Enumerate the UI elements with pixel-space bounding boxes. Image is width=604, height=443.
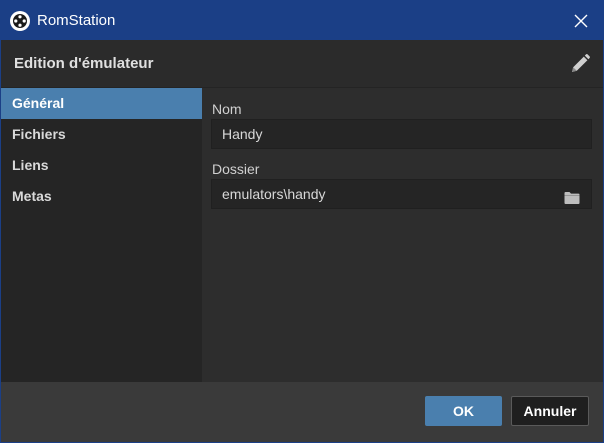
cancel-button[interactable]: Annuler [511,396,589,426]
dialog-header: Edition d'émulateur [1,40,603,88]
folder-value: emulators\handy [222,186,326,202]
sidebar-item-label: Metas [12,188,52,204]
form-panel: Nom Handy Dossier emulators\handy [202,88,603,382]
pencil-icon [572,54,590,72]
close-button[interactable] [565,5,597,37]
sidebar-item-label: Fichiers [12,126,66,142]
folder-icon [564,192,580,204]
romstation-logo-icon [10,11,30,31]
folder-label: Dossier [212,161,260,177]
sidebar-item-general[interactable]: Général [1,88,202,119]
dialog-window: RomStation Edition d'émulateur Général F… [0,0,604,443]
page-title: Edition d'émulateur [14,55,154,72]
sidebar: Général Fichiers Liens Metas [1,88,202,382]
sidebar-item-metas[interactable]: Metas [1,181,202,212]
browse-folder-button[interactable] [564,186,582,204]
name-value: Handy [222,126,263,142]
name-label: Nom [212,101,242,117]
window-title: RomStation [37,12,116,29]
name-input[interactable]: Handy [211,119,592,149]
close-icon [574,14,588,28]
sidebar-item-label: Général [12,95,65,111]
sidebar-item-files[interactable]: Fichiers [1,119,202,150]
folder-input[interactable]: emulators\handy [211,179,592,209]
ok-button[interactable]: OK [425,396,502,426]
edit-button[interactable] [567,51,593,77]
sidebar-item-links[interactable]: Liens [1,150,202,181]
dialog-footer: OK Annuler [1,382,603,442]
sidebar-item-label: Liens [12,157,49,173]
title-bar[interactable]: RomStation [1,1,603,40]
